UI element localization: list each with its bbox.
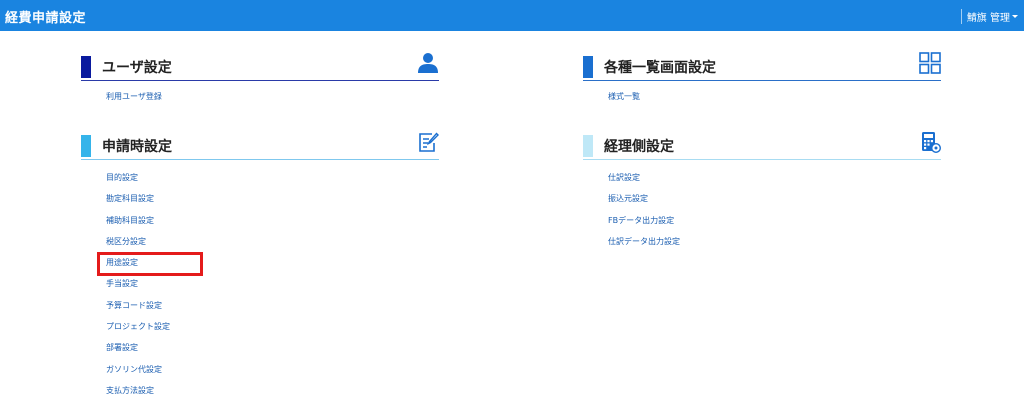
section-header: 経理側設定 — [583, 132, 941, 160]
list-item: 仕訳設定 — [608, 173, 680, 194]
link-subaccount-settings[interactable]: 補助科目設定 — [106, 216, 154, 225]
list-item: 勘定科目設定 — [106, 194, 170, 215]
section-accent-bar — [81, 56, 91, 78]
list-item: 仕訳データ出力設定 — [608, 237, 680, 258]
section-title: 経理側設定 — [604, 139, 674, 155]
link-list: 利用ユーザ登録 — [106, 92, 162, 113]
link-list: 仕訳設定 振込元設定 FBデータ出力設定 仕訳データ出力設定 — [608, 173, 680, 258]
link-account-settings[interactable]: 勘定科目設定 — [106, 194, 154, 203]
list-item: 補助科目設定 — [106, 216, 170, 237]
section-header: 各種一覧画面設定 — [583, 52, 941, 81]
list-item: 様式一覧 — [608, 92, 640, 113]
list-item: 予算コード設定 — [106, 301, 170, 322]
section-title: 申請時設定 — [102, 139, 172, 155]
section-header: 申請時設定 — [81, 132, 439, 160]
link-tax-category-settings[interactable]: 税区分設定 — [106, 237, 146, 246]
user-menu[interactable]: 鯖旗 管理 — [960, 9, 1018, 24]
link-department-settings[interactable]: 部署設定 — [106, 343, 138, 352]
link-journal-settings[interactable]: 仕訳設定 — [608, 173, 640, 182]
list-item: ガソリン代設定 — [106, 365, 170, 386]
section-accent-bar — [583, 135, 593, 157]
calculator-icon — [922, 132, 941, 153]
grid-icon — [919, 52, 941, 74]
link-user-registration[interactable]: 利用ユーザ登録 — [106, 92, 162, 101]
user-icon — [418, 53, 438, 73]
list-item: 部署設定 — [106, 343, 170, 364]
link-purpose-settings[interactable]: 目的設定 — [106, 173, 138, 182]
section-header: ユーザ設定 — [81, 53, 439, 81]
link-project-settings[interactable]: プロジェクト設定 — [106, 322, 170, 331]
section-list-screen-settings: 各種一覧画面設定 様式一覧 — [583, 52, 941, 101]
link-list: 様式一覧 — [608, 92, 640, 113]
list-item: プロジェクト設定 — [106, 322, 170, 343]
section-application-settings: 申請時設定 目的設定 勘定科目設定 補助科目設定 税区分設定 用途設定 手当設定… — [81, 132, 439, 395]
section-user-settings: ユーザ設定 利用ユーザ登録 — [81, 53, 439, 101]
list-item: 利用ユーザ登録 — [106, 92, 162, 113]
user-menu-label: 鯖旗 管理 — [966, 13, 1010, 24]
link-allowance-settings[interactable]: 手当設定 — [106, 279, 138, 288]
app-title: 経費申請設定 — [5, 11, 87, 26]
link-budget-code-settings[interactable]: 予算コード設定 — [106, 301, 162, 310]
link-transfer-source-settings[interactable]: 振込元設定 — [608, 194, 648, 203]
section-accent-bar — [583, 56, 593, 78]
list-item: FBデータ出力設定 — [608, 216, 680, 237]
section-accounting-settings: 経理側設定 仕訳設定 振込元設定 FBデータ出力設定 仕訳データ出力設定 — [583, 132, 941, 246]
list-item: 支払方法設定 — [106, 386, 170, 407]
top-bar: 経費申請設定 鯖旗 管理 — [0, 0, 1024, 31]
link-form-list[interactable]: 様式一覧 — [608, 92, 640, 101]
link-journal-data-output-settings[interactable]: 仕訳データ出力設定 — [608, 237, 680, 246]
list-item: 振込元設定 — [608, 194, 680, 215]
link-list: 目的設定 勘定科目設定 補助科目設定 税区分設定 用途設定 手当設定 予算コード… — [106, 173, 170, 407]
edit-document-icon — [419, 132, 439, 152]
link-gasoline-settings[interactable]: ガソリン代設定 — [106, 365, 162, 374]
list-item: 目的設定 — [106, 173, 170, 194]
highlight-box — [97, 252, 203, 276]
link-fb-data-output-settings[interactable]: FBデータ出力設定 — [608, 216, 674, 225]
list-item: 手当設定 — [106, 279, 170, 300]
link-payment-method-settings[interactable]: 支払方法設定 — [106, 386, 154, 395]
section-title: ユーザ設定 — [102, 60, 172, 76]
caret-down-icon — [1012, 15, 1018, 18]
section-title: 各種一覧画面設定 — [604, 60, 716, 76]
section-accent-bar — [81, 135, 91, 157]
